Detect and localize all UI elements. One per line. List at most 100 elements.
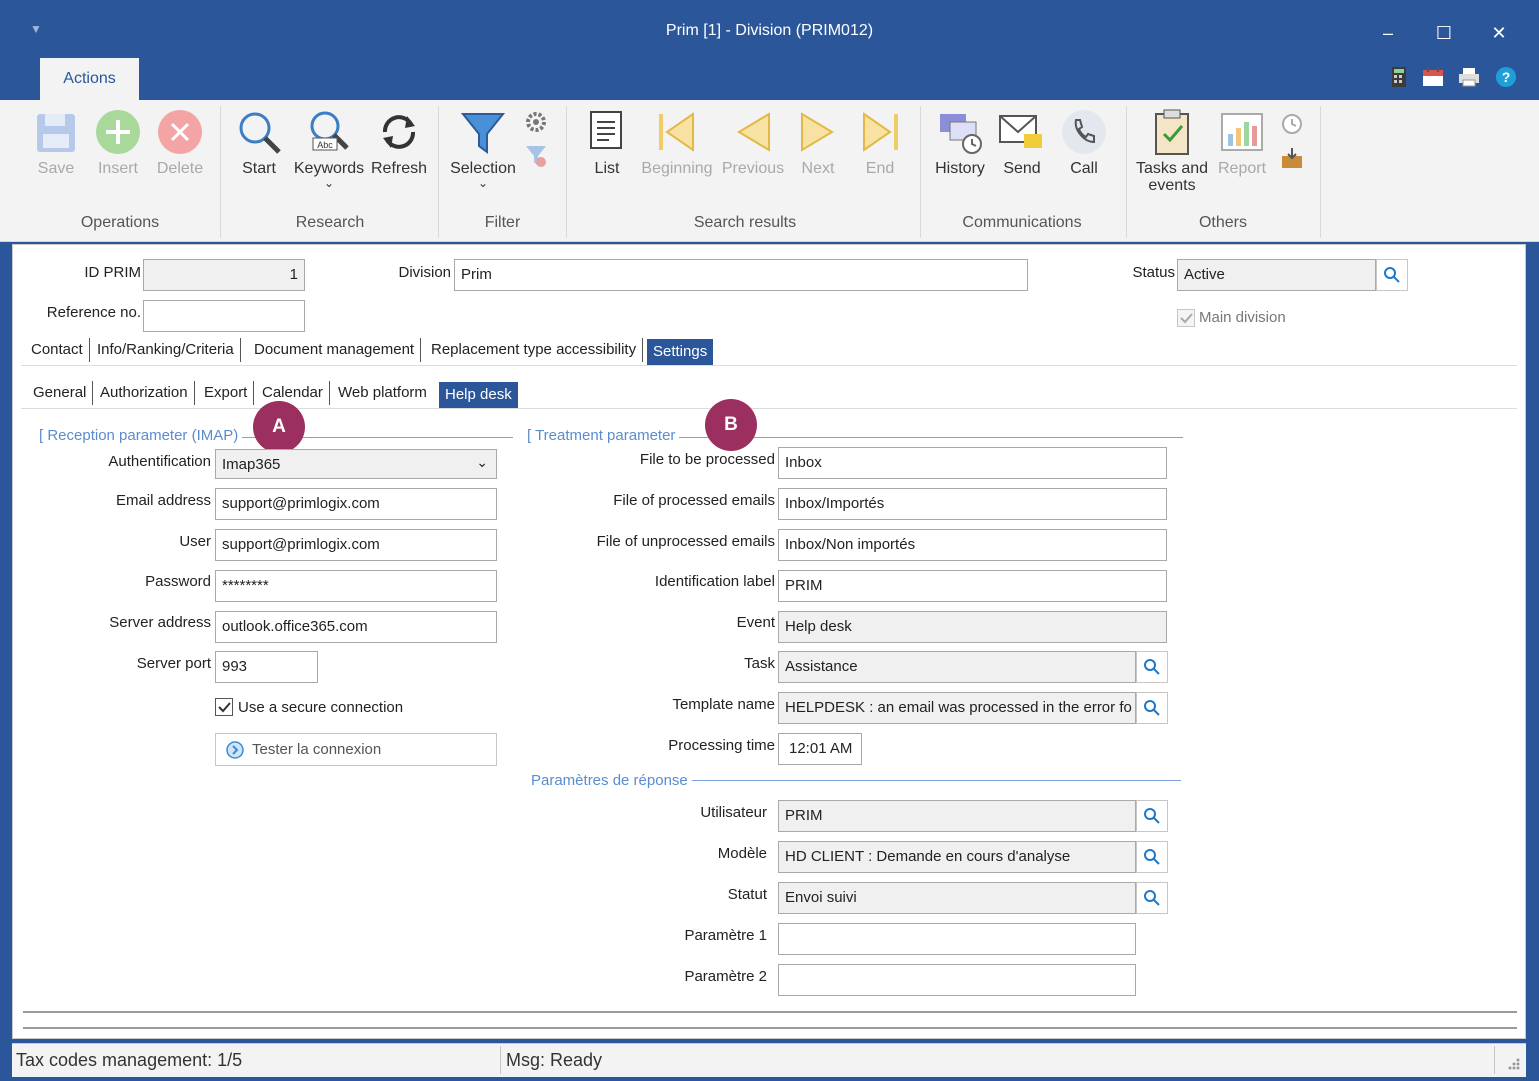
email-field[interactable]: support@primlogix.com xyxy=(215,488,497,520)
processed-emails-field[interactable]: Inbox/Importés xyxy=(778,488,1167,520)
response-model-search-button[interactable] xyxy=(1136,841,1168,873)
list-button[interactable]: List xyxy=(582,108,632,178)
search-icon xyxy=(1144,808,1160,824)
keywords-icon: Abc xyxy=(310,111,349,151)
minimize-button[interactable]: – xyxy=(1373,20,1403,46)
beginning-button[interactable]: Beginning xyxy=(638,108,716,178)
form-bottom-divider xyxy=(23,1011,1517,1013)
response-status-search-button[interactable] xyxy=(1136,882,1168,914)
test-connection-button[interactable]: Tester la connexion xyxy=(215,733,497,766)
help-icon[interactable]: ? xyxy=(1495,66,1517,88)
status-separator xyxy=(1494,1046,1495,1074)
status-search-button[interactable] xyxy=(1376,259,1408,291)
tab-settings[interactable]: Settings xyxy=(647,339,714,365)
password-field[interactable]: ******** xyxy=(215,570,497,602)
file-processed-field[interactable]: Inbox xyxy=(778,447,1167,479)
search-icon xyxy=(1144,890,1160,906)
group-separator xyxy=(566,106,567,238)
response-model-field: HD CLIENT : Demande en cours d'analyse xyxy=(778,841,1136,873)
group-separator xyxy=(920,106,921,238)
phone-icon xyxy=(1062,110,1106,154)
email-label: Email address xyxy=(115,492,211,509)
tab-replacement-type[interactable]: Replacement type accessibility xyxy=(425,338,644,362)
selection-button[interactable]: Selection ⌄ xyxy=(448,108,518,189)
search-icon xyxy=(1384,267,1400,283)
tab-document-management[interactable]: Document management xyxy=(248,338,422,362)
save-button[interactable]: Save xyxy=(30,108,82,178)
response-model-label: Modèle xyxy=(717,845,767,862)
list-icon xyxy=(590,111,622,149)
clock-icon[interactable] xyxy=(1280,112,1304,136)
tab-actions[interactable]: Actions xyxy=(40,58,139,100)
subtab-web-platform[interactable]: Web platform xyxy=(332,381,433,405)
report-button[interactable]: Report xyxy=(1214,108,1270,178)
id-prim-label: ID PRIM xyxy=(84,264,141,281)
print-icon[interactable] xyxy=(1458,66,1480,88)
keywords-button[interactable]: Abc Keywords ⌄ xyxy=(292,108,366,189)
parameter2-field[interactable] xyxy=(778,964,1136,996)
save-icon xyxy=(37,114,75,152)
next-button[interactable]: Next xyxy=(794,108,842,178)
start-label: Start xyxy=(242,160,276,177)
tab-contact[interactable]: Contact xyxy=(25,338,90,362)
division-form: ID PRIM 1 Division Prim Status Active Re… xyxy=(12,244,1526,1039)
delete-button[interactable]: Delete xyxy=(154,108,206,178)
event-field: Help desk xyxy=(778,611,1167,643)
user-field[interactable]: support@primlogix.com xyxy=(215,529,497,561)
calendar-icon[interactable] xyxy=(1422,66,1444,88)
end-button[interactable]: End xyxy=(856,108,904,178)
subtab-export[interactable]: Export xyxy=(198,381,255,405)
refresh-button[interactable]: Refresh xyxy=(370,108,428,178)
clear-filter-icon[interactable] xyxy=(524,144,548,168)
tab-divider xyxy=(21,365,1517,366)
response-user-search-button[interactable] xyxy=(1136,800,1168,832)
subtab-general[interactable]: General xyxy=(27,381,94,405)
reference-field[interactable] xyxy=(143,300,305,332)
subtab-authorization[interactable]: Authorization xyxy=(94,381,195,405)
group-separator xyxy=(438,106,439,238)
magnifier-icon xyxy=(239,112,281,154)
identification-field[interactable]: PRIM xyxy=(778,570,1167,602)
gear-icon[interactable] xyxy=(524,110,548,134)
auth-select[interactable]: Imap365 ⌄ xyxy=(215,449,497,479)
form-bottom-divider xyxy=(23,1027,1517,1029)
unprocessed-emails-field[interactable]: Inbox/Non importés xyxy=(778,529,1167,561)
inbox-export-icon[interactable] xyxy=(1280,146,1304,170)
division-field[interactable]: Prim xyxy=(454,259,1028,291)
port-field[interactable]: 993 xyxy=(215,651,318,683)
arrow-right-circle-icon xyxy=(226,741,244,759)
resize-grip-icon[interactable] xyxy=(1506,1056,1520,1070)
server-field[interactable]: outlook.office365.com xyxy=(215,611,497,643)
reception-section-title: [ Reception parameter (IMAP) xyxy=(39,427,243,444)
subtab-help-desk[interactable]: Help desk xyxy=(439,382,518,408)
search-icon xyxy=(1144,849,1160,865)
tab-info-ranking[interactable]: Info/Ranking/Criteria xyxy=(91,338,241,362)
main-division-checkbox[interactable] xyxy=(1177,309,1195,327)
status-bar: Tax codes management: 1/5 Msg: Ready xyxy=(12,1043,1526,1077)
close-button[interactable]: ✕ xyxy=(1484,20,1514,46)
previous-button[interactable]: Previous xyxy=(720,108,786,178)
status-label: Status xyxy=(1132,264,1175,281)
send-button[interactable]: Send xyxy=(998,108,1046,178)
template-field: HELPDESK : an email was processed in the… xyxy=(778,692,1136,724)
task-search-button[interactable] xyxy=(1136,651,1168,683)
template-search-button[interactable] xyxy=(1136,692,1168,724)
call-button[interactable]: Call xyxy=(1060,108,1108,178)
parameter1-field[interactable] xyxy=(778,923,1136,955)
maximize-button[interactable]: ☐ xyxy=(1429,20,1459,46)
start-button[interactable]: Start xyxy=(234,108,284,178)
selection-label: Selection xyxy=(450,160,516,177)
history-button[interactable]: History xyxy=(930,108,990,178)
unprocessed-emails-label: File of unprocessed emails xyxy=(596,533,775,550)
clipboard-icon xyxy=(1155,109,1189,155)
event-label: Event xyxy=(736,614,775,631)
secure-connection-checkbox[interactable] xyxy=(215,698,233,716)
calculator-icon[interactable] xyxy=(1388,66,1410,88)
insert-button[interactable]: Insert xyxy=(92,108,144,178)
tasks-events-button[interactable]: Tasks and events xyxy=(1134,108,1210,194)
checkmark-icon xyxy=(218,702,231,713)
tasks-label-line1: Tasks and xyxy=(1135,160,1209,177)
subtab-calendar[interactable]: Calendar xyxy=(256,381,330,405)
subtab-divider xyxy=(21,408,1517,409)
processing-time-field[interactable]: 12:01 AM xyxy=(778,733,862,765)
